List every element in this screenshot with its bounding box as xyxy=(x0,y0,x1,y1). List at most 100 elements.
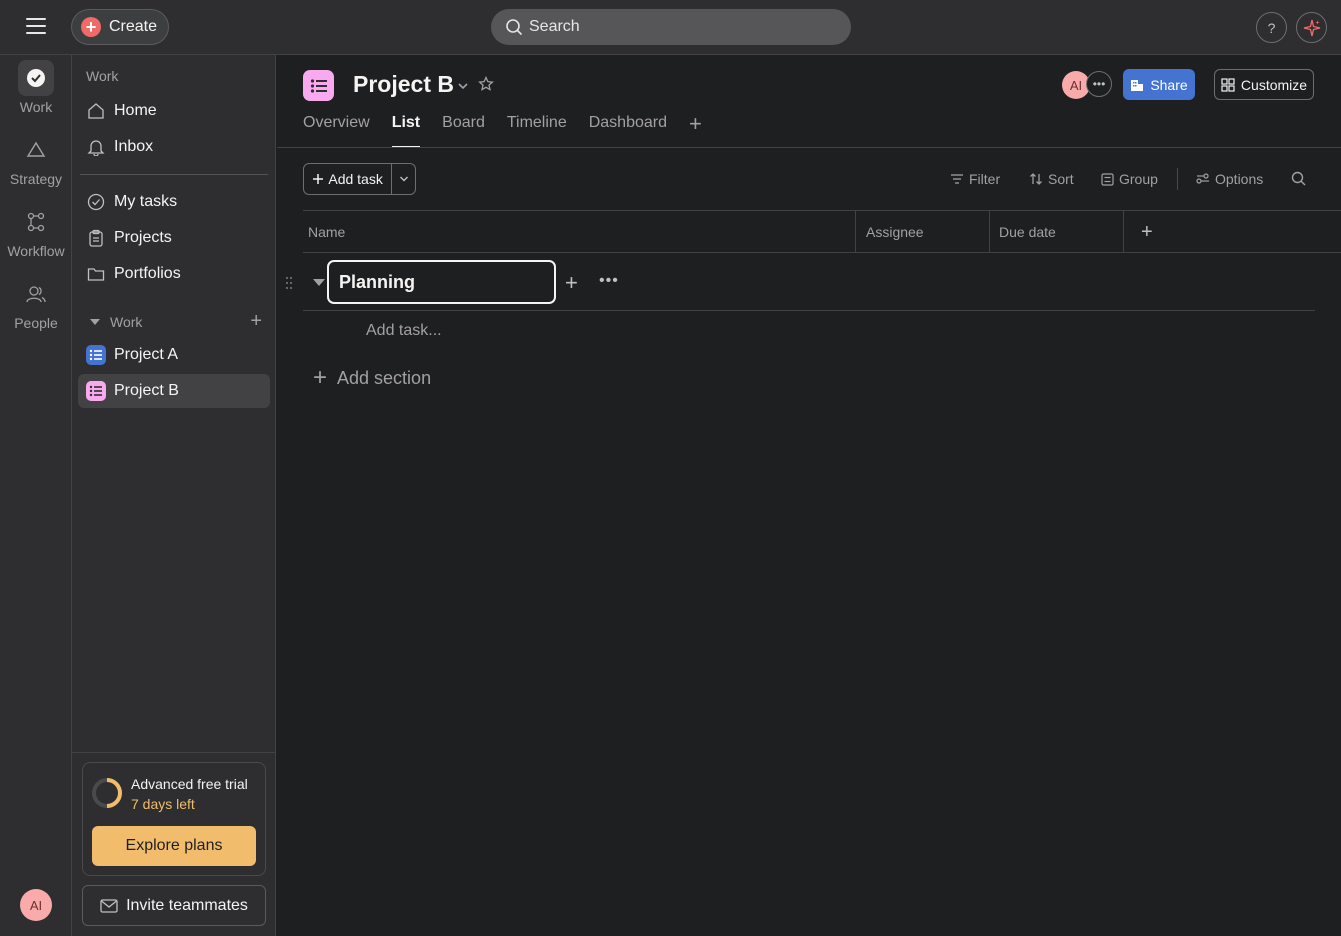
rail-item-work[interactable]: Work xyxy=(0,60,72,115)
sidebar-item-my-tasks[interactable]: My tasks xyxy=(78,185,270,219)
options-icon xyxy=(1196,173,1209,184)
top-bar: + Create Search ? xyxy=(0,0,1341,55)
search-input[interactable]: Search xyxy=(491,9,851,45)
sidebar-item-project-b[interactable]: Project B xyxy=(78,374,270,408)
options-button[interactable]: Options xyxy=(1196,171,1263,187)
rail-label-people: People xyxy=(14,315,58,331)
column-header-name[interactable]: Name xyxy=(308,224,345,240)
rail-label-work: Work xyxy=(19,99,53,115)
star-icon[interactable] xyxy=(478,75,494,97)
rail-item-strategy[interactable]: Strategy xyxy=(0,132,72,187)
add-section-button[interactable]: + Add section xyxy=(313,364,431,392)
menu-icon[interactable] xyxy=(26,18,46,34)
sidebar-item-label: Inbox xyxy=(114,138,154,155)
rail-item-people[interactable]: People xyxy=(0,276,72,331)
invite-teammates-button[interactable]: Invite teammates xyxy=(82,885,266,926)
triangle-icon xyxy=(18,132,54,168)
column-separator xyxy=(1123,211,1124,252)
sort-icon xyxy=(1030,173,1042,185)
search-icon xyxy=(506,19,523,36)
column-separator xyxy=(855,211,856,252)
column-separator xyxy=(989,211,990,252)
project-icon[interactable] xyxy=(303,70,334,101)
column-header-due-date[interactable]: Due date xyxy=(999,224,1056,240)
sidebar-item-label: Project B xyxy=(114,382,179,399)
add-tab-icon[interactable]: + xyxy=(689,111,702,148)
tab-list[interactable]: List xyxy=(391,114,421,148)
project-title[interactable]: Project B xyxy=(353,71,454,98)
rail-item-workflow[interactable]: Workflow xyxy=(0,204,72,259)
ai-sparkle-button[interactable] xyxy=(1296,12,1327,43)
header-divider xyxy=(277,147,1341,148)
add-section-label: Add section xyxy=(337,367,432,388)
trial-card: Advanced free trial 7 days left Explore … xyxy=(82,762,266,876)
add-task-button[interactable]: Add task xyxy=(304,164,393,194)
add-column-icon[interactable]: + xyxy=(1141,221,1153,244)
customize-button[interactable]: Customize xyxy=(1214,69,1314,100)
project-tabs: Overview List Board Timeline Dashboard + xyxy=(303,111,702,148)
grid-icon xyxy=(1221,77,1235,92)
explore-plans-button[interactable]: Explore plans xyxy=(92,826,256,866)
list-icon xyxy=(310,78,327,93)
more-members-icon[interactable]: ••• xyxy=(1086,71,1112,97)
add-task-dropdown[interactable] xyxy=(392,164,415,194)
share-button[interactable]: Share xyxy=(1123,69,1195,100)
caret-down-icon xyxy=(90,319,100,325)
workflow-icon xyxy=(18,204,54,240)
search-icon xyxy=(1291,171,1306,186)
clipboard-icon xyxy=(86,228,106,248)
plus-icon: + xyxy=(313,364,328,391)
collapse-section-icon[interactable] xyxy=(313,279,325,286)
create-button[interactable]: + Create xyxy=(71,9,169,45)
add-project-icon[interactable]: + xyxy=(250,310,262,333)
tab-overview[interactable]: Overview xyxy=(303,114,370,148)
drag-handle-icon[interactable] xyxy=(285,276,293,295)
check-circle-icon xyxy=(18,60,54,96)
sort-button[interactable]: Sort xyxy=(1029,171,1074,187)
chevron-down-icon[interactable] xyxy=(457,78,469,96)
group-button[interactable]: Group xyxy=(1101,171,1158,187)
rail-label-strategy: Strategy xyxy=(9,171,63,187)
create-label: Create xyxy=(109,18,158,35)
search-tasks-button[interactable] xyxy=(1291,171,1306,186)
sidebar-item-portfolios[interactable]: Portfolios xyxy=(78,257,270,291)
section-divider xyxy=(303,310,1315,311)
invite-label: Invite teammates xyxy=(126,896,248,914)
tab-board[interactable]: Board xyxy=(442,114,485,148)
user-avatar[interactable]: AI xyxy=(20,889,52,921)
app-rail: Work Strategy Workflow People AI xyxy=(0,55,72,936)
tab-timeline[interactable]: Timeline xyxy=(507,114,567,148)
sidebar-item-label: Projects xyxy=(114,229,172,246)
sidebar-item-home[interactable]: Home xyxy=(78,94,270,128)
section-more-icon[interactable]: ••• xyxy=(599,272,619,290)
sidebar-heading: Work xyxy=(86,68,119,84)
add-task-button-group: Add task xyxy=(303,163,416,195)
sidebar-item-inbox[interactable]: Inbox xyxy=(78,130,270,164)
table-top-border xyxy=(303,210,1341,211)
add-task-row[interactable]: Add task... xyxy=(366,322,442,340)
options-label: Options xyxy=(1215,171,1264,187)
sidebar-item-label: Project A xyxy=(114,346,179,363)
people-icon xyxy=(18,276,54,312)
bell-icon xyxy=(86,137,106,157)
sidebar-item-projects[interactable]: Projects xyxy=(78,221,270,255)
sidebar-section-work[interactable]: Work + xyxy=(86,310,266,333)
filter-button[interactable]: Filter xyxy=(950,171,1000,187)
column-header-assignee[interactable]: Assignee xyxy=(866,224,924,240)
tab-dashboard[interactable]: Dashboard xyxy=(589,114,667,148)
trial-days-left: 7 days left xyxy=(131,796,195,812)
list-icon xyxy=(86,345,106,365)
table-header-border xyxy=(303,252,1341,253)
sidebar-item-project-a[interactable]: Project A xyxy=(78,338,270,372)
filter-label: Filter xyxy=(969,171,1001,187)
sidebar: Work Home Inbox My tasks Projects Portfo… xyxy=(72,55,276,936)
plus-icon xyxy=(313,174,324,184)
add-task-to-section-icon[interactable]: + xyxy=(565,270,578,296)
help-button[interactable]: ? xyxy=(1256,12,1287,43)
share-label: Share xyxy=(1150,76,1188,93)
sidebar-item-label: My tasks xyxy=(114,193,178,210)
section-name-input[interactable] xyxy=(327,260,556,304)
plus-icon: + xyxy=(81,17,101,37)
group-icon xyxy=(1101,172,1114,186)
sidebar-section-label: Work xyxy=(110,314,143,330)
